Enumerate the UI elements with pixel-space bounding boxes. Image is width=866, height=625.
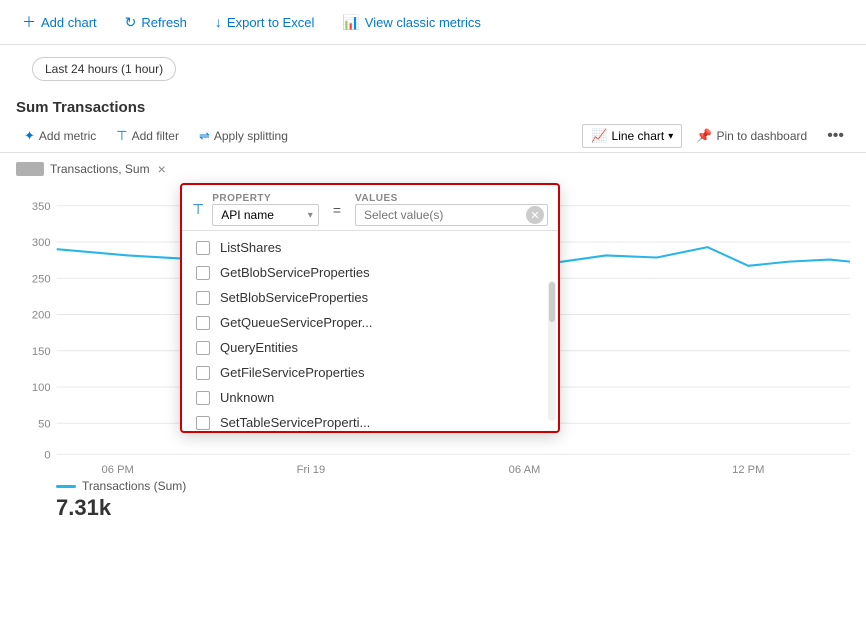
scrollbar-thumb (549, 282, 555, 322)
svg-text:06 AM: 06 AM (509, 464, 541, 475)
list-item[interactable]: Unknown (182, 385, 558, 410)
filter-icon: ⊤ (116, 128, 127, 144)
time-range-button[interactable]: Last 24 hours (1 hour) (32, 57, 176, 81)
chart-title: Sum Transactions (0, 93, 866, 120)
svg-text:Fri 19: Fri 19 (297, 464, 326, 475)
refresh-icon: ↻ (125, 14, 137, 31)
line-chart-icon: 📈 (591, 128, 607, 144)
checkbox-getqueueserviceprops[interactable] (196, 316, 210, 330)
checkbox-setblobserviceprops[interactable] (196, 291, 210, 305)
more-options-button[interactable]: ••• (821, 125, 850, 147)
chart-toolbar: ✦ Add metric ⊤ Add filter ⇌ Apply splitt… (0, 120, 866, 153)
refresh-button[interactable]: ↻ Refresh (119, 10, 193, 35)
svg-text:12 PM: 12 PM (732, 464, 764, 475)
values-clear-button[interactable]: ✕ (526, 206, 544, 224)
chart-toolbar-left: ✦ Add metric ⊤ Add filter ⇌ Apply splitt… (16, 124, 296, 148)
checkbox-queryentities[interactable] (196, 341, 210, 355)
list-item[interactable]: QueryEntities (182, 335, 558, 360)
add-filter-button[interactable]: ⊤ Add filter (108, 124, 187, 148)
view-classic-button[interactable]: 📊 View classic metrics (336, 10, 487, 35)
list-item[interactable]: SetTableServiceProperti... (182, 410, 558, 431)
legend-color-swatch (56, 485, 76, 488)
chart-summary-value: 7.31k (16, 493, 850, 521)
checkbox-getblobserviceprops[interactable] (196, 266, 210, 280)
list-item[interactable]: GetBlobServiceProperties (182, 260, 558, 285)
filter-close-button[interactable]: × (158, 161, 166, 177)
list-item[interactable]: SetBlobServiceProperties (182, 285, 558, 310)
pin-to-dashboard-button[interactable]: 📌 Pin to dashboard (690, 124, 813, 148)
svg-text:100: 100 (32, 382, 51, 394)
list-item[interactable]: GetFileServiceProperties (182, 360, 558, 385)
line-chart-button[interactable]: 📈 Line chart ▾ (582, 124, 682, 148)
chart-legend-area: Transactions (Sum) (16, 475, 850, 493)
legend-item: Transactions (Sum) (56, 479, 186, 493)
equals-sign: = (333, 202, 341, 218)
bar-chart-icon: 📊 (342, 14, 359, 31)
filter-tag-row: Transactions, Sum × (16, 161, 850, 177)
apply-splitting-button[interactable]: ⇌ Apply splitting (191, 124, 296, 148)
filter-popup-icon: ⊤ (192, 201, 204, 218)
legend-label: Transactions (Sum) (82, 479, 186, 493)
filter-color-swatch (16, 162, 44, 176)
filter-dropdown-popup: ⊤ PROPERTY API name ▾ = VALUES ✕ (180, 183, 560, 433)
checkbox-getfileserviceprops[interactable] (196, 366, 210, 380)
svg-text:350: 350 (32, 201, 51, 213)
svg-text:150: 150 (32, 346, 51, 358)
filter-list-scrollbar[interactable] (548, 281, 556, 421)
svg-text:50: 50 (38, 418, 50, 430)
values-selector: ✕ (355, 204, 548, 226)
add-metric-icon: ✦ (24, 128, 35, 144)
svg-text:200: 200 (32, 310, 51, 322)
filter-popup-header: ⊤ PROPERTY API name ▾ = VALUES ✕ (182, 185, 558, 231)
property-selector: API name ▾ (212, 204, 319, 226)
checkbox-settableserviceprops[interactable] (196, 416, 210, 430)
svg-text:0: 0 (44, 449, 50, 461)
checkbox-listshares[interactable] (196, 241, 210, 255)
chevron-down-icon: ▾ (668, 131, 673, 142)
filter-values-list: ListShares GetBlobServiceProperties SetB… (182, 231, 558, 431)
values-input[interactable] (355, 204, 548, 226)
svg-text:250: 250 (32, 273, 51, 285)
chart-value-number: 7.31k (56, 495, 111, 520)
pin-icon: 📌 (696, 128, 712, 144)
list-item[interactable]: GetQueueServiceProper... (182, 310, 558, 335)
add-metric-button[interactable]: ✦ Add metric (16, 124, 104, 148)
svg-text:06 PM: 06 PM (102, 464, 134, 475)
filter-tag-text: Transactions, Sum (50, 162, 150, 176)
top-toolbar: ＋ Add chart ↻ Refresh ↓ Export to Excel … (0, 0, 866, 45)
add-chart-button[interactable]: ＋ Add chart (16, 8, 103, 36)
split-icon: ⇌ (199, 128, 210, 144)
chart-area: Transactions, Sum × ⊤ PROPERTY API name … (0, 153, 866, 533)
checkbox-unknown[interactable] (196, 391, 210, 405)
svg-text:300: 300 (32, 237, 51, 249)
export-icon: ↓ (215, 14, 222, 30)
list-item[interactable]: ListShares (182, 235, 558, 260)
export-button[interactable]: ↓ Export to Excel (209, 10, 320, 34)
property-select[interactable]: API name (212, 204, 319, 226)
chart-toolbar-right: 📈 Line chart ▾ 📌 Pin to dashboard ••• (582, 124, 850, 148)
add-chart-icon: ＋ (22, 12, 36, 32)
